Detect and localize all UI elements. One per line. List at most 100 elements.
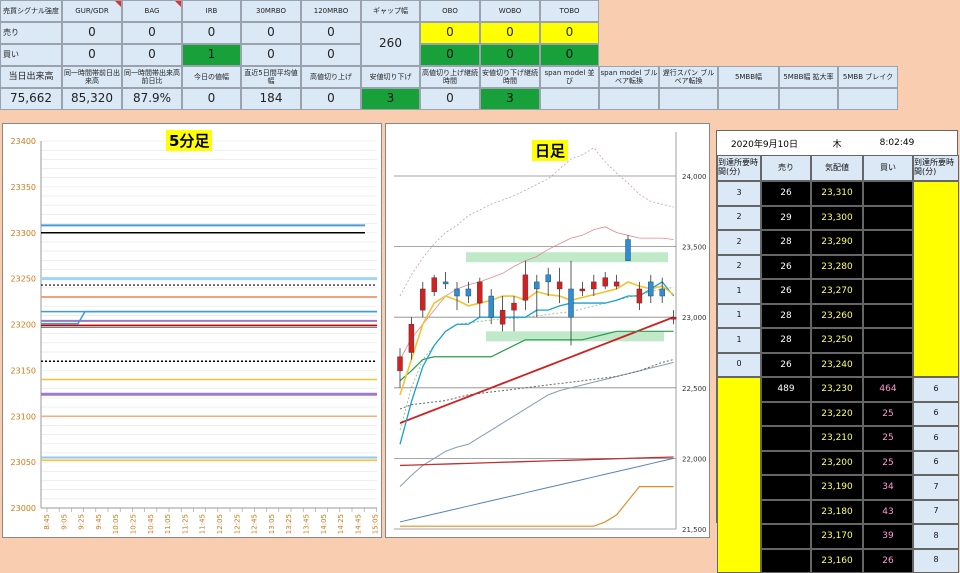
left-y-tick: 23350 — [11, 183, 36, 192]
left-x-tick: 9:05 — [60, 514, 68, 530]
candle — [398, 357, 403, 371]
left-x-tick: 12:25 — [233, 514, 241, 534]
bid-qty: 25 — [863, 426, 913, 451]
bid-time: 7 — [913, 500, 959, 525]
col-header-6: OBO — [420, 0, 480, 22]
signal-sell-2: 0 — [182, 22, 241, 44]
bid-left-block — [717, 377, 761, 573]
order-book-time: 8:02:49 — [862, 131, 932, 155]
ask-qty: 28 — [761, 230, 811, 255]
left-y-tick: 23150 — [11, 366, 36, 375]
mid-sell: 489 — [761, 377, 811, 402]
left-x-tick: 14:25 — [337, 514, 345, 534]
ask-buy-empty — [863, 206, 913, 231]
ask-qty: 26 — [761, 279, 811, 304]
candle — [523, 275, 528, 300]
left-x-tick: 9:45 — [95, 514, 103, 530]
ask-buy-empty — [863, 304, 913, 329]
stat-value-5: 0 — [301, 88, 361, 110]
left-x-tick: 10:05 — [112, 514, 120, 534]
candle — [455, 289, 460, 296]
ask-qty: 28 — [761, 304, 811, 329]
corner-label: 売買シグナル強度 — [0, 0, 62, 22]
left-y-tick: 23300 — [11, 229, 36, 238]
ask-buy-empty — [863, 255, 913, 280]
five-minute-chart-title: 5分足 — [166, 130, 212, 151]
order-book-weekday: 木 — [812, 131, 862, 155]
ask-buy-empty — [863, 181, 913, 206]
stat-label-11: 遅行スパン ブルベア転換 — [659, 66, 718, 88]
ask-time: 1 — [717, 279, 761, 304]
right-y-tick: 22,500 — [682, 385, 707, 393]
signal-buy-4: 0 — [301, 44, 361, 66]
candle — [420, 289, 425, 310]
bid-sell-empty — [761, 475, 811, 500]
ask-qty: 26 — [761, 255, 811, 280]
candle — [443, 282, 448, 284]
signal-sell-6: 0 — [420, 22, 480, 44]
candle — [477, 282, 482, 303]
ask-time: 1 — [717, 328, 761, 353]
daily-chart-svg: 24,00023,50023,00022,50022,00021,500 — [386, 124, 709, 537]
candle — [546, 275, 551, 282]
stat-label-14: 5MBB ブレイク — [838, 66, 898, 88]
bid-time: 6 — [913, 426, 959, 451]
stat-value-3: 0 — [182, 88, 241, 110]
bid-sell-empty — [761, 402, 811, 427]
ob-header-4: 到達所要時間(分) — [913, 155, 959, 181]
left-x-tick: 14:05 — [320, 514, 328, 534]
bid-price: 23,180 — [811, 500, 863, 525]
bid-time: 8 — [913, 549, 959, 573]
signal-sell-7: 0 — [480, 22, 540, 44]
signal-buy-1: 0 — [122, 44, 182, 66]
left-x-tick: 11:05 — [164, 514, 172, 534]
bid-sell-empty — [761, 451, 811, 476]
ask-time: 1 — [717, 304, 761, 329]
ask-buy-empty — [863, 279, 913, 304]
stat-label-9: span model 並び — [540, 66, 599, 88]
left-y-tick: 23000 — [11, 504, 36, 513]
ob-header-0: 到達所要時間(分) — [717, 155, 761, 181]
left-x-tick: 12:05 — [216, 514, 224, 534]
stat-label-5: 高値切り上げ — [301, 66, 361, 88]
order-book-date: 2020年9月10日 — [717, 131, 812, 155]
col-header-1: BAG — [122, 0, 182, 22]
candle — [512, 303, 517, 310]
signal-buy-2: 1 — [182, 44, 241, 66]
candle — [569, 289, 574, 317]
candle — [557, 282, 562, 289]
bid-sell-empty — [761, 524, 811, 549]
ask-time: 2 — [717, 255, 761, 280]
stat-value-0: 75,662 — [0, 88, 62, 110]
candle — [409, 324, 414, 352]
left-y-tick: 23050 — [11, 458, 36, 467]
stat-value-2: 87.9% — [122, 88, 182, 110]
left-x-tick: 9:25 — [78, 514, 86, 530]
bollinger-upper — [400, 148, 674, 296]
ask-qty: 29 — [761, 206, 811, 231]
bid-time: 7 — [913, 475, 959, 500]
ask-time: 2 — [717, 230, 761, 255]
candle — [637, 289, 642, 303]
left-x-tick: 13:45 — [303, 514, 311, 534]
daily-chart: 24,00023,50023,00022,50022,00021,500 日足 — [385, 123, 710, 538]
bid-time: 8 — [913, 524, 959, 549]
col-header-0: GUR/GDR — [62, 0, 122, 22]
ask-qty: 28 — [761, 328, 811, 353]
left-x-tick: 13:25 — [285, 514, 293, 534]
stat-label-6: 安値切り下げ — [361, 66, 420, 88]
stat-label-3: 今日の値幅 — [182, 66, 241, 88]
ask-price: 23,280 — [811, 255, 863, 280]
bid-qty: 25 — [863, 402, 913, 427]
bid-sell-empty — [761, 426, 811, 451]
stat-label-12: 5MBB幅 — [718, 66, 779, 88]
ask-right-block — [913, 181, 959, 377]
left-x-tick: 13:05 — [268, 514, 276, 534]
signal-buy-6: 0 — [420, 44, 480, 66]
stat-value-8: 3 — [480, 88, 540, 110]
left-x-tick: 10:45 — [147, 514, 155, 534]
stat-value-11 — [659, 88, 718, 110]
candle — [591, 282, 596, 289]
ask-price: 23,250 — [811, 328, 863, 353]
left-y-tick: 23400 — [11, 137, 36, 146]
